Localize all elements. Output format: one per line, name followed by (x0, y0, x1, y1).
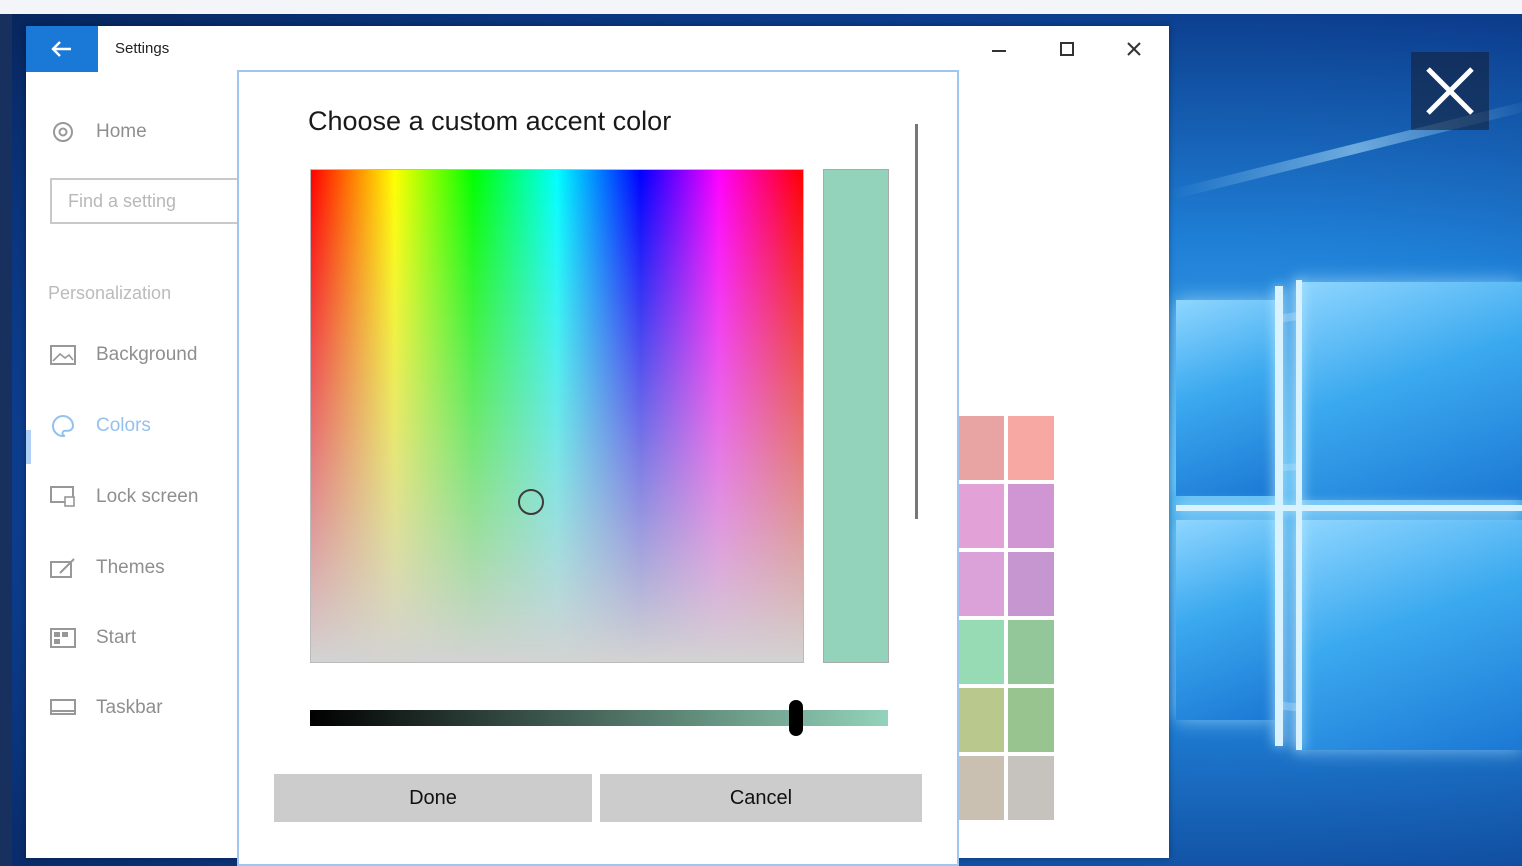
sidebar-item-label: Themes (96, 557, 165, 578)
accent-swatch[interactable] (1008, 484, 1054, 548)
close-icon (1426, 67, 1474, 115)
sidebar-item-label: Home (96, 121, 147, 142)
cancel-button[interactable]: Cancel (600, 774, 922, 822)
accent-swatch[interactable] (1008, 620, 1054, 684)
selected-indicator (26, 430, 31, 464)
search-field[interactable] (50, 178, 240, 224)
custom-accent-dialog: Choose a custom accent color Done Cancel (237, 70, 959, 866)
sidebar-item-themes[interactable]: Themes (50, 552, 165, 584)
sidebar-item-home[interactable]: Home (50, 116, 147, 148)
gear-icon (50, 121, 76, 143)
sidebar-item-label: Start (96, 627, 137, 648)
accent-swatch[interactable] (958, 484, 1004, 548)
accent-swatch[interactable] (958, 688, 1004, 752)
sidebar-item-background[interactable]: Background (50, 339, 197, 371)
sidebar-item-start[interactable]: Start (50, 622, 136, 654)
sidebar-item-label: Background (96, 344, 198, 365)
accent-swatch[interactable] (1008, 416, 1054, 480)
lock-screen-icon (50, 486, 76, 508)
window-title: Settings (115, 40, 170, 57)
sidebar-item-taskbar[interactable]: Taskbar (50, 692, 163, 724)
accent-swatch[interactable] (958, 756, 1004, 820)
color-preview (823, 169, 889, 663)
top-edge (0, 0, 1522, 14)
back-arrow-icon (51, 41, 71, 57)
done-button[interactable]: Done (274, 774, 592, 822)
accent-swatch[interactable] (958, 620, 1004, 684)
sidebar-item-lock-screen[interactable]: Lock screen (50, 481, 198, 513)
picture-icon (50, 344, 76, 366)
left-edge (0, 14, 12, 866)
minimize-icon (992, 50, 1006, 52)
accent-swatch[interactable] (958, 552, 1004, 616)
sidebar-item-colors[interactable]: Colors (50, 410, 151, 442)
close-icon (1127, 42, 1141, 56)
minimize-button[interactable] (979, 36, 1019, 62)
sidebar-item-label: Colors (96, 415, 151, 436)
close-button[interactable] (1114, 36, 1154, 62)
sidebar-item-label: Lock screen (96, 486, 199, 507)
sidebar-item-label: Taskbar (96, 697, 163, 718)
accent-swatch[interactable] (1008, 688, 1054, 752)
brightness-slider-thumb[interactable] (788, 700, 803, 736)
overlay-close-button[interactable] (1411, 52, 1489, 130)
brightness-slider[interactable] (310, 700, 888, 736)
taskbar-icon (50, 697, 76, 719)
color-picker-handle[interactable] (518, 489, 544, 515)
accent-swatch[interactable] (1008, 552, 1054, 616)
dialog-title: Choose a custom accent color (308, 106, 672, 136)
maximize-icon (1060, 42, 1074, 56)
start-icon (50, 627, 76, 649)
accent-swatch[interactable] (1008, 756, 1054, 820)
brush-icon (50, 557, 76, 579)
accent-swatch[interactable] (958, 416, 1004, 480)
back-button[interactable] (26, 26, 98, 72)
palette-icon (50, 414, 76, 437)
section-heading: Personalization (48, 283, 172, 303)
maximize-button[interactable] (1047, 36, 1087, 62)
dialog-scrollbar[interactable] (915, 124, 918, 519)
color-spectrum[interactable] (310, 169, 804, 663)
search-input[interactable] (68, 190, 218, 212)
